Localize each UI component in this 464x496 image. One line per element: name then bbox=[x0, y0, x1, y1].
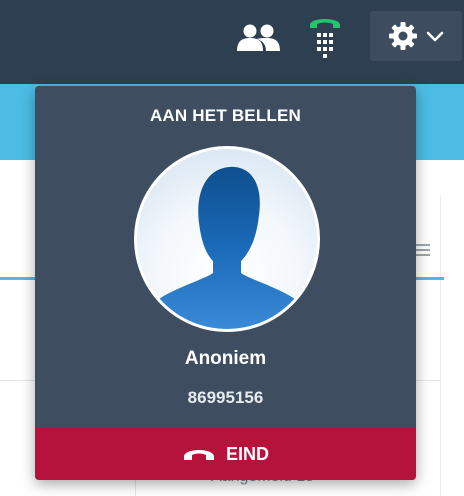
phone-hangup-icon bbox=[182, 446, 216, 462]
contacts-button[interactable] bbox=[232, 18, 284, 58]
top-bar bbox=[0, 0, 464, 84]
end-call-label: EIND bbox=[225, 443, 269, 464]
contacts-icon bbox=[237, 24, 280, 51]
caller-name: Anoniem bbox=[184, 348, 267, 369]
chevron-down-icon bbox=[426, 31, 444, 42]
caller-number: 86995156 bbox=[187, 388, 264, 407]
caller-avatar bbox=[134, 146, 320, 332]
call-popup: AAN HET BELLEN Anoniem 86995156 EIND bbox=[35, 86, 416, 480]
end-call-button[interactable]: EIND bbox=[35, 428, 416, 480]
gear-icon bbox=[389, 22, 417, 50]
background-divider bbox=[440, 196, 441, 496]
dialer-button[interactable] bbox=[304, 14, 346, 60]
settings-menu-button[interactable] bbox=[370, 11, 462, 61]
person-silhouette-icon bbox=[137, 166, 317, 329]
phone-dialpad-icon bbox=[310, 19, 340, 58]
call-status-title: AAN HET BELLEN bbox=[149, 106, 302, 125]
